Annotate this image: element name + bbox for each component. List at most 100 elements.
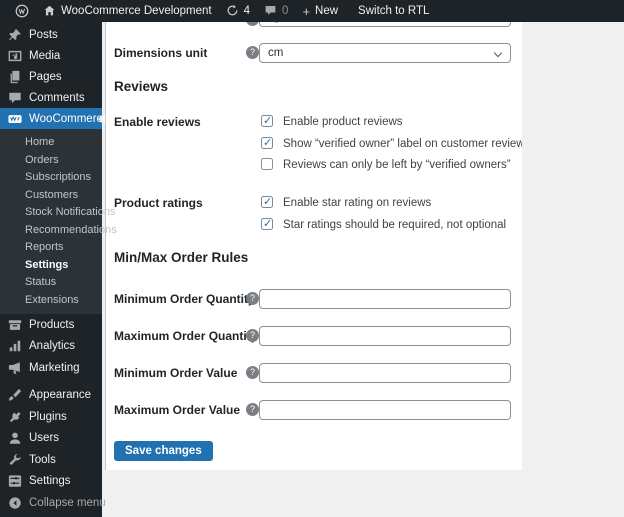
collapse-arrow-icon (8, 496, 22, 510)
sidebar-sub-subscriptions[interactable]: Subscriptions (0, 169, 102, 187)
sidebar-item-pages[interactable]: Pages (0, 66, 102, 87)
help-icon[interactable]: ? (246, 292, 259, 305)
updates-link[interactable]: 4 (219, 0, 257, 22)
wordpress-logo-icon (15, 4, 29, 18)
sidebar-sub-extensions[interactable]: Extensions (0, 292, 102, 310)
select-value: cm (268, 47, 283, 59)
sidebar-sub-reports[interactable]: Reports (0, 239, 102, 257)
checkbox-row: Star ratings should be required, not opt… (106, 218, 522, 232)
help-icon[interactable]: ? (246, 22, 259, 26)
help-icon[interactable]: ? (246, 366, 259, 379)
enable-product-reviews-checkbox[interactable] (261, 115, 273, 127)
sidebar-item-marketing[interactable]: Marketing (0, 357, 102, 379)
save-changes-button[interactable]: Save changes (114, 441, 213, 461)
sidebar-item-comments[interactable]: Comments (0, 87, 102, 108)
help-icon[interactable]: ? (246, 403, 259, 416)
sidebar-sub-home[interactable]: Home (0, 134, 102, 152)
help-icon[interactable]: ? (246, 329, 259, 342)
comments-link[interactable]: 0 (257, 0, 295, 22)
admin-bar: WooCommerce Development 4 0 + New Switch… (0, 0, 624, 22)
sidebar-item-label: Posts (29, 29, 58, 41)
help-icon[interactable]: ? (246, 46, 259, 59)
dimensions-unit-select[interactable]: cm (259, 43, 511, 63)
admin-sidebar: Posts Media Pages Comments WooCommerce H… (0, 22, 102, 517)
sidebar-item-media[interactable]: Media (0, 45, 102, 66)
sidebar-item-plugins[interactable]: Plugins (0, 406, 102, 428)
checkbox-label: Enable star rating on reviews (283, 196, 431, 210)
settings-sliders-icon (8, 474, 22, 488)
enable-star-rating-checkbox[interactable] (261, 196, 273, 208)
minimum-order-quantity-input[interactable] (259, 289, 511, 309)
checkbox-label: Reviews can only be left by “verified ow… (283, 158, 511, 172)
pin-icon (8, 28, 22, 42)
minimum-order-quantity-label: Minimum Order Quantity (114, 289, 255, 309)
settings-form: ? kg Dimensions unit ? cm Reviews Enable… (105, 22, 522, 470)
sidebar-item-label: Plugins (29, 411, 67, 423)
star-rating-required-checkbox[interactable] (261, 218, 273, 230)
maximum-order-quantity-label: Maximum Order Quantity (114, 326, 257, 346)
sidebar-item-label: Comments (29, 92, 85, 104)
sidebar-sub-recommendations[interactable]: Recommendations (0, 222, 102, 240)
checkbox-row: Show “verified owner” label on customer … (106, 137, 522, 151)
sidebar-item-products[interactable]: Products (0, 314, 102, 336)
collapse-menu-button[interactable]: Collapse menu (0, 492, 102, 514)
dimensions-unit-label: Dimensions unit (114, 43, 207, 63)
maximum-order-value-input[interactable] (259, 400, 511, 420)
sidebar-item-tools[interactable]: Tools (0, 449, 102, 471)
minimum-order-value-label: Minimum Order Value (114, 363, 237, 383)
checkbox-label: Enable product reviews (283, 115, 403, 129)
minmax-section-title: Min/Max Order Rules (114, 250, 248, 265)
site-name: WooCommerce Development (61, 5, 212, 17)
verified-owners-only-checkbox[interactable] (261, 158, 273, 170)
checkbox-label: Show “verified owner” label on customer … (283, 137, 522, 151)
checkbox-label: Star ratings should be required, not opt… (283, 218, 506, 232)
sidebar-item-label: Users (29, 432, 59, 444)
maximum-order-value-label: Maximum Order Value (114, 400, 240, 420)
wordpress-logo-menu[interactable] (8, 0, 36, 22)
sidebar-item-settings[interactable]: Settings (0, 471, 102, 493)
plus-icon: + (302, 4, 310, 19)
weight-unit-select[interactable]: kg (259, 22, 511, 27)
sidebar-item-label: Pages (29, 71, 62, 83)
collapse-menu-label: Collapse menu (29, 497, 106, 509)
media-icon (8, 49, 22, 63)
sidebar-item-label: Tools (29, 454, 56, 466)
sidebar-item-posts[interactable]: Posts (0, 24, 102, 45)
sidebar-item-analytics[interactable]: Analytics (0, 336, 102, 358)
comment-bubble-icon (264, 4, 278, 18)
sidebar-sub-stock-notifications[interactable]: Stock Notifications (0, 204, 102, 222)
woocommerce-submenu: Home Orders Subscriptions Customers Stoc… (0, 129, 102, 314)
minimum-order-value-input[interactable] (259, 363, 511, 383)
sidebar-item-users[interactable]: Users (0, 428, 102, 450)
new-label: New (315, 5, 338, 17)
reviews-section-title: Reviews (114, 79, 168, 94)
sidebar-sub-orders[interactable]: Orders (0, 152, 102, 170)
plug-icon (8, 410, 22, 424)
sidebar-item-label: Media (29, 50, 60, 62)
sidebar-item-label: Appearance (29, 389, 91, 401)
home-icon (43, 4, 57, 18)
checkbox-row: Enable product reviews (106, 115, 522, 129)
sidebar-item-appearance[interactable]: Appearance (0, 385, 102, 407)
new-content-menu[interactable]: + New (295, 0, 345, 22)
maximum-order-quantity-input[interactable] (259, 326, 511, 346)
sidebar-sub-status[interactable]: Status (0, 274, 102, 292)
updates-count: 4 (244, 5, 250, 17)
user-icon (8, 431, 22, 445)
wrench-icon (8, 453, 22, 467)
chevron-down-icon (494, 49, 502, 57)
sidebar-item-label: Products (29, 319, 74, 331)
site-name-link[interactable]: WooCommerce Development (36, 0, 219, 22)
sidebar-sub-settings[interactable]: Settings (0, 257, 102, 275)
brush-icon (8, 388, 22, 402)
sidebar-item-woocommerce[interactable]: WooCommerce (0, 108, 102, 129)
sidebar-item-label: Settings (29, 475, 71, 487)
switch-rtl-link[interactable]: Switch to RTL (351, 0, 436, 22)
box-icon (8, 318, 22, 332)
verified-owner-label-checkbox[interactable] (261, 137, 273, 149)
comment-icon (8, 91, 22, 105)
sidebar-sub-customers[interactable]: Customers (0, 187, 102, 205)
sidebar-item-label: WooCommerce (29, 113, 109, 125)
bar-chart-icon (8, 339, 22, 353)
wp-admin-page: WooCommerce Development 4 0 + New Switch… (0, 0, 624, 517)
